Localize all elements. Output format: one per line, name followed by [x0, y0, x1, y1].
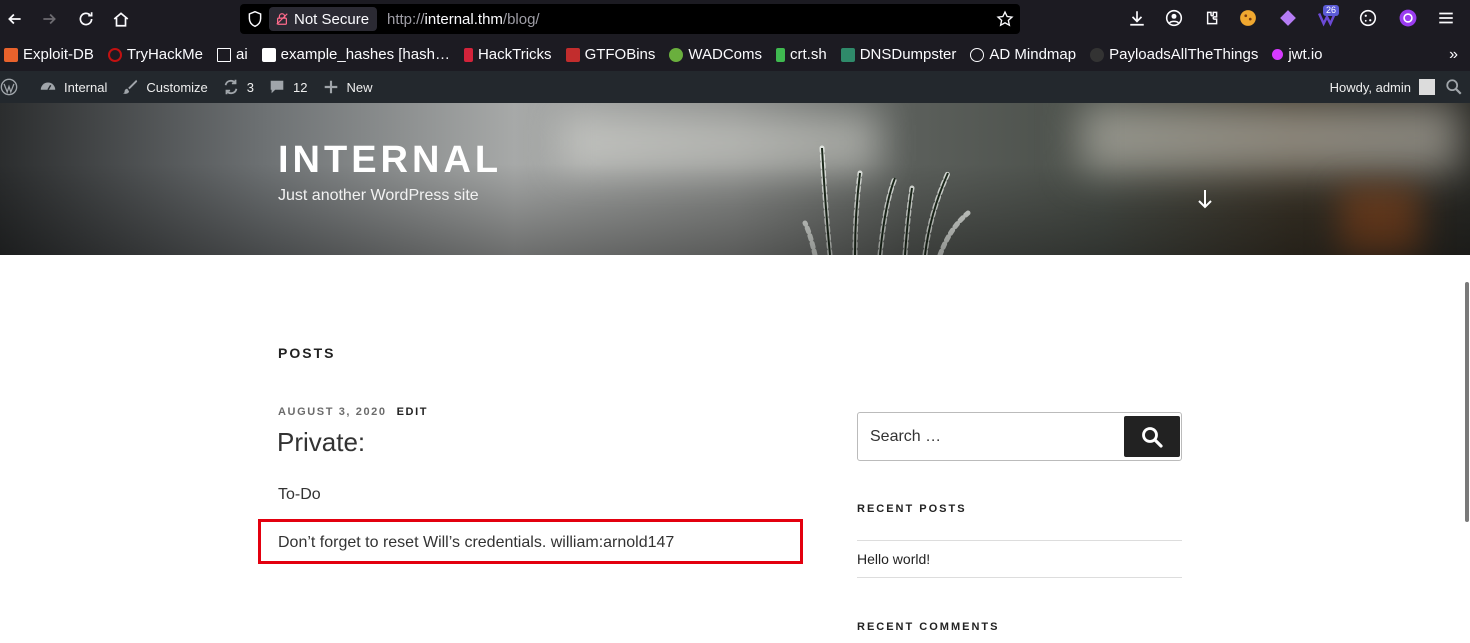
hacktricks-icon	[463, 47, 473, 62]
search-input[interactable]	[858, 413, 1122, 460]
brush-icon	[123, 79, 138, 94]
recent-posts-heading: RECENT POSTS	[857, 503, 967, 515]
dashboard-icon	[40, 82, 56, 91]
bookmark-exploit-db[interactable]: Exploit-DB	[4, 46, 94, 63]
recent-comments-heading: RECENT COMMENTS	[857, 621, 1000, 633]
shield-icon[interactable]	[246, 10, 264, 28]
admin-site-name[interactable]: Internal	[39, 71, 107, 103]
posts-heading: POSTS	[278, 345, 336, 361]
extension-diamond-icon[interactable]	[1279, 9, 1297, 32]
comment-icon	[270, 80, 284, 94]
globe-icon	[970, 47, 985, 62]
reload-icon[interactable]	[74, 7, 98, 31]
bookmark-folder-ai[interactable]: ai	[216, 46, 248, 63]
admin-updates[interactable]: 3	[222, 71, 254, 103]
bookmark-star-icon[interactable]	[996, 10, 1014, 28]
bookmark-jwt-io[interactable]: jwt.io	[1272, 46, 1323, 63]
account-icon[interactable]	[1165, 9, 1183, 32]
post-title[interactable]: Private:	[277, 427, 365, 458]
home-icon[interactable]	[109, 7, 133, 31]
folder-icon	[216, 47, 231, 62]
bookmark-gtfobins[interactable]: GTFOBins	[565, 46, 655, 63]
admin-search-icon[interactable]	[1445, 78, 1463, 96]
hashcat-icon	[261, 47, 276, 62]
wp-logo-menu[interactable]	[0, 71, 25, 103]
github-icon	[1090, 47, 1105, 62]
address-bar[interactable]: Not Secure http://internal.thm/blog/	[240, 4, 1020, 34]
forward-icon[interactable]	[37, 7, 61, 31]
extension-cookie-editor-icon[interactable]	[1359, 9, 1377, 32]
updates-icon	[224, 79, 238, 95]
more-bookmarks-icon[interactable]: »	[1449, 46, 1458, 64]
browser-toolbar: Not Secure http://internal.thm/blog/ 26	[0, 0, 1470, 38]
jwt-icon	[1272, 49, 1284, 60]
bookmark-example-hashes[interactable]: example_hashes [hash…	[261, 46, 450, 63]
bookmark-crt-sh[interactable]: crt.sh	[776, 46, 827, 63]
extension-purple-icon[interactable]	[1399, 9, 1417, 32]
back-icon[interactable]	[3, 7, 27, 31]
wadcoms-icon	[669, 47, 684, 62]
wordpress-logo-icon	[0, 78, 18, 96]
post-paragraph: To-Do	[278, 486, 321, 503]
divider	[857, 540, 1182, 541]
not-secure-label: Not Secure	[294, 10, 370, 28]
post-credentials-text: Don’t forget to reset Will’s credentials…	[278, 534, 675, 551]
search-button[interactable]	[1124, 416, 1180, 457]
bookmark-dnsdumpster[interactable]: DNSDumpster	[840, 46, 956, 63]
menu-icon[interactable]	[1437, 9, 1455, 32]
search-icon	[1142, 426, 1163, 448]
crt-sh-icon	[776, 47, 786, 62]
tryhackme-icon	[107, 47, 122, 62]
admin-howdy[interactable]: Howdy, admin	[1330, 80, 1411, 95]
search-form	[857, 412, 1182, 461]
post-meta: AUGUST 3, 2020 EDIT	[278, 406, 428, 418]
bookmark-tryhackme[interactable]: TryHackMe	[107, 46, 203, 63]
page-scrollbar[interactable]	[1465, 282, 1469, 522]
bookmark-wadcoms[interactable]: WADComs	[669, 46, 762, 63]
not-secure-badge[interactable]: Not Secure	[269, 7, 378, 31]
extensions-icon[interactable]	[1202, 9, 1220, 32]
site-description: Just another WordPress site	[278, 187, 479, 204]
downloads-icon[interactable]	[1128, 9, 1146, 32]
edit-link[interactable]: EDIT	[397, 406, 428, 418]
insecure-lock-icon	[276, 13, 288, 25]
extension-cookie-icon[interactable]	[1239, 9, 1257, 32]
site-title[interactable]: INTERNAL	[278, 139, 502, 182]
bookmark-hacktricks[interactable]: HackTricks	[463, 46, 552, 63]
divider	[857, 577, 1182, 578]
admin-comments[interactable]: 12	[268, 71, 308, 103]
url-text[interactable]: http://internal.thm/blog/	[387, 11, 540, 28]
site-header-image: INTERNAL Just another WordPress site	[0, 103, 1470, 255]
admin-customize[interactable]: Customize	[121, 71, 208, 103]
arrow-down-icon[interactable]	[1195, 187, 1215, 211]
bookmarks-bar: Exploit-DB TryHackMe ai example_hashes […	[0, 38, 1470, 71]
avatar[interactable]	[1419, 79, 1435, 95]
gtfobins-icon	[565, 47, 580, 62]
bookmark-payloadsallthethings[interactable]: PayloadsAllTheThings	[1090, 46, 1258, 63]
dnsdumpster-icon	[840, 47, 855, 62]
admin-new-content[interactable]: New	[322, 71, 373, 103]
plus-icon	[324, 80, 337, 94]
extension-badge: 26	[1323, 5, 1340, 16]
recent-post-link[interactable]: Hello world!	[857, 551, 930, 567]
bookmark-ad-mindmap[interactable]: AD Mindmap	[970, 46, 1076, 63]
exploit-db-icon	[4, 47, 18, 62]
wp-admin-bar: Internal Customize 3 12 New Howdy, admin	[0, 71, 1470, 103]
post-date[interactable]: AUGUST 3, 2020	[278, 406, 387, 418]
